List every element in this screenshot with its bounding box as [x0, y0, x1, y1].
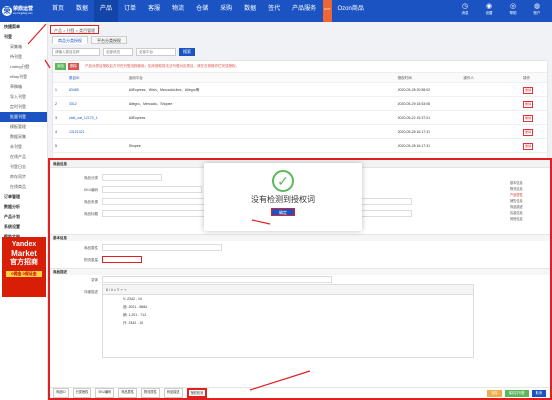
annotation-arrows — [27, 23, 311, 391]
arrow-toolbar-icon — [44, 59, 51, 69]
arrow-breadcrumb-icon — [27, 23, 47, 45]
arrow-detect-icon — [249, 370, 311, 391]
arrow-ok-icon — [251, 219, 271, 225]
